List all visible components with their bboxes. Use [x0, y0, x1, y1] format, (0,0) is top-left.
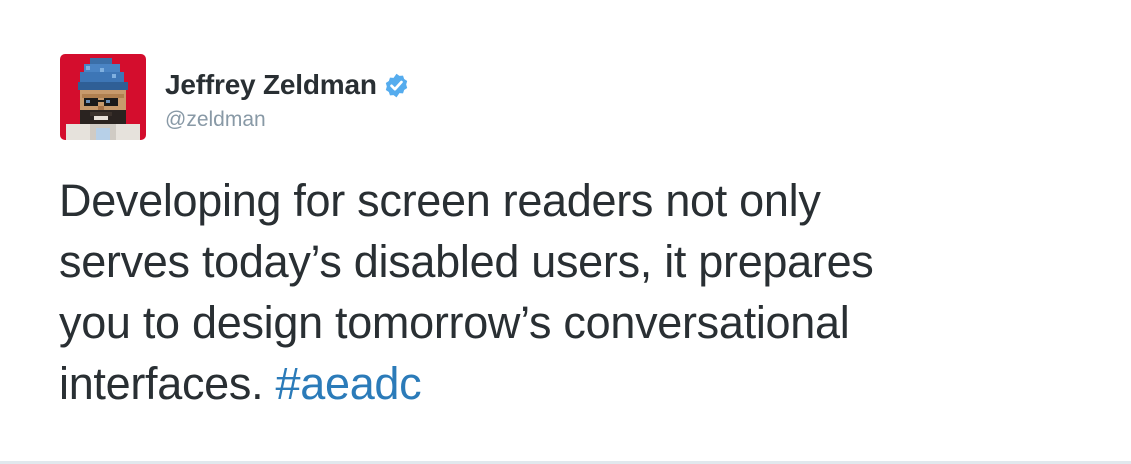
author-name-row: Jeffrey Zeldman [165, 68, 410, 102]
hashtag-link[interactable]: #aeadc [276, 358, 422, 409]
tweet-text-line: you to design tomorrow’s conversational [59, 297, 850, 348]
tweet-text: Developing for screen readers not only s… [59, 170, 1099, 414]
display-name[interactable]: Jeffrey Zeldman [165, 69, 377, 101]
avatar[interactable] [60, 54, 146, 140]
tweet-text-last-line: interfaces. #aeadc [59, 353, 1099, 414]
tweet-text-line: serves today’s disabled users, it prepar… [59, 236, 874, 287]
tweet-card: Jeffrey Zeldman @zeldman Developing for … [0, 0, 1131, 464]
verified-badge-icon [383, 72, 410, 99]
pixel-art-avatar-icon [60, 54, 146, 140]
tweet-text-line: Developing for screen readers not only [59, 175, 821, 226]
author-handle[interactable]: @zeldman [165, 108, 266, 132]
tweet-text-line: interfaces. [59, 358, 276, 409]
